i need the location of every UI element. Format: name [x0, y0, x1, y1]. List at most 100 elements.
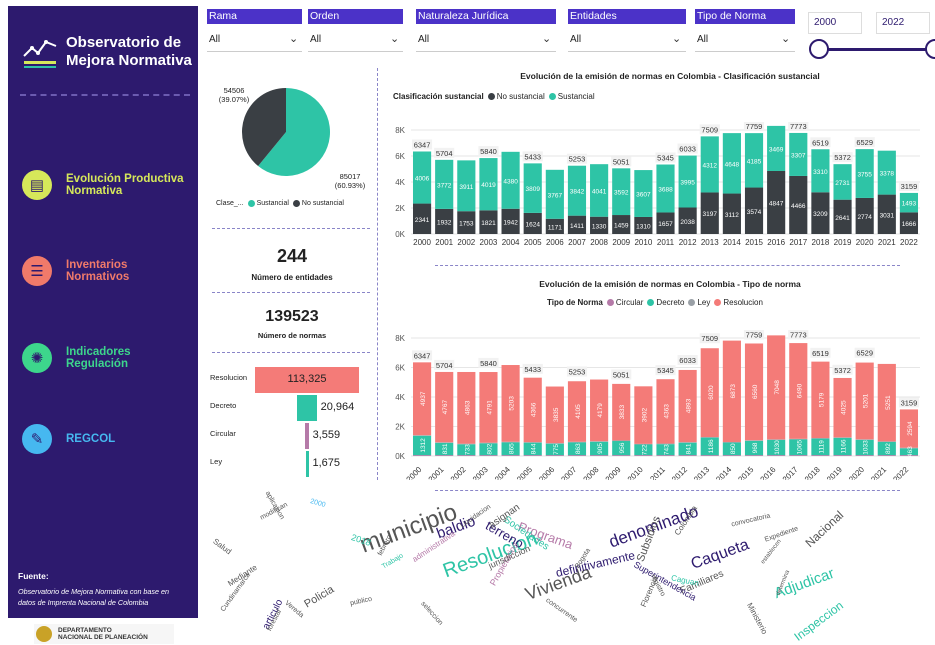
filter-tipo-norma-value[interactable]: All — [697, 34, 708, 45]
x-tick-label: 2005 — [524, 238, 542, 247]
x-tick-label: 2008 — [590, 238, 608, 247]
total-label: 6529 — [856, 349, 873, 358]
filter-orden[interactable]: Orden All ⌄ — [308, 9, 403, 52]
total-label: 3159 — [901, 398, 918, 407]
nav-evolucion-productiva[interactable]: ▤ Evolución Productiva Normativa — [22, 170, 184, 200]
bar-segment-ley[interactable] — [479, 442, 498, 444]
data-label: 2774 — [857, 214, 872, 221]
bar-segment-ley[interactable] — [789, 438, 808, 440]
x-tick-label: 2001 — [435, 238, 453, 247]
bar-segment-circular[interactable] — [744, 455, 764, 456]
filter-naturaleza[interactable]: Naturaleza Jurídica All ⌄ — [416, 9, 556, 52]
word-cloud-word: Policia — [302, 583, 337, 611]
chevron-down-icon[interactable]: ⌄ — [289, 32, 298, 45]
year-slider-end-handle[interactable] — [925, 39, 935, 59]
y-tick-label: 2K — [395, 423, 405, 432]
total-label: 6529 — [856, 138, 873, 147]
total-label: 5253 — [569, 368, 586, 377]
funnel-value: 3,559 — [312, 429, 341, 441]
y-tick-label: 2K — [395, 204, 405, 213]
data-label: 1942 — [503, 219, 518, 226]
bar-segment-ley[interactable] — [567, 441, 587, 443]
nav-regcol[interactable]: ✎ REGCOL — [22, 424, 115, 454]
total-label: 5840 — [480, 359, 497, 368]
year-slider-track[interactable] — [818, 48, 935, 51]
x-tick-label: 2021 — [878, 238, 896, 247]
bar-segment-circular[interactable] — [833, 455, 852, 456]
source-title: Fuente: — [18, 571, 49, 581]
bar-segment-ley[interactable] — [412, 435, 432, 436]
data-label: 5251 — [885, 395, 892, 410]
year-slider-start-handle[interactable] — [809, 39, 829, 59]
data-label: 802 — [486, 443, 493, 454]
x-tick-label: 2014 — [723, 238, 741, 247]
chevron-down-icon[interactable]: ⌄ — [542, 32, 551, 45]
funnel-bar[interactable] — [305, 451, 309, 477]
bar-segment-ley[interactable] — [678, 442, 697, 443]
nav-inventarios-label: Inventarios Normativos — [66, 259, 130, 283]
bar-segment-ley[interactable] — [523, 442, 542, 443]
chevron-down-icon[interactable]: ⌄ — [390, 32, 399, 45]
bar-segment-ley[interactable] — [722, 441, 741, 443]
nav-indicadores[interactable]: ✺ Indicadores Regulación — [22, 343, 131, 373]
chevron-down-icon[interactable]: ⌄ — [781, 32, 790, 45]
bar-segment-circular[interactable] — [501, 455, 520, 456]
x-tick-label: 2012 — [679, 238, 697, 247]
data-label: 743 — [664, 444, 671, 455]
bar-segment-ley[interactable] — [590, 441, 609, 442]
bar-segment-ley[interactable] — [877, 441, 896, 442]
data-label: 3995 — [680, 180, 695, 187]
filter-rama-value[interactable]: All — [209, 34, 220, 45]
regcol-icon: ✎ — [22, 424, 52, 454]
nav-inventarios[interactable]: ☰ Inventarios Normativos — [22, 256, 129, 286]
bar-segment-ley[interactable] — [744, 440, 764, 441]
x-tick-label: 2008 — [582, 465, 601, 480]
filter-orden-label: Orden — [308, 9, 403, 24]
chevron-down-icon[interactable]: ⌄ — [672, 32, 681, 45]
year-to-input[interactable]: 2022 — [876, 12, 930, 34]
bar-segment-ley[interactable] — [435, 442, 454, 443]
entities-count: 244 — [276, 246, 308, 266]
funnel-bar[interactable] — [297, 395, 317, 421]
filter-rama[interactable]: Rama All ⌄ — [207, 9, 302, 52]
bar-segment-circular[interactable] — [412, 455, 432, 456]
bar-segment-ley[interactable] — [855, 439, 874, 440]
filter-orden-value[interactable]: All — [310, 34, 321, 45]
bar-segment-circular[interactable] — [877, 455, 896, 456]
bar-segment-ley[interactable] — [501, 441, 520, 443]
bar-segment-ley[interactable] — [767, 439, 786, 440]
data-label: 4648 — [725, 161, 740, 168]
bar-segment-circular[interactable] — [811, 455, 830, 456]
total-label: 6347 — [414, 351, 431, 360]
bar-segment-circular[interactable] — [567, 455, 587, 456]
filter-tipo-norma[interactable]: Tipo de Norma All ⌄ — [695, 9, 795, 52]
total-label: 7509 — [701, 125, 718, 134]
total-label: 5051 — [613, 370, 630, 379]
filter-naturaleza-value[interactable]: All — [418, 34, 429, 45]
data-label: 968 — [752, 442, 759, 453]
bar-segment-ley[interactable] — [811, 438, 830, 439]
year-from-input[interactable]: 2000 — [808, 12, 862, 34]
bar-segment-ley[interactable] — [833, 437, 852, 438]
bar-segment-ley[interactable] — [457, 443, 476, 445]
x-tick-label: 2017 — [789, 238, 807, 247]
data-label: 4179 — [597, 403, 604, 418]
bar-segment-ley[interactable] — [612, 440, 631, 442]
word-cloud-word: Salud — [211, 537, 234, 557]
funnel-bar[interactable] — [305, 423, 309, 449]
bar-segment-ley[interactable] — [545, 443, 564, 444]
filter-entidades[interactable]: Entidades All ⌄ — [568, 9, 686, 52]
bar-segment-circular[interactable] — [700, 455, 719, 456]
bar-segment-circular[interactable] — [590, 455, 609, 456]
x-tick-label: 2018 — [803, 465, 822, 480]
data-label: 1932 — [437, 219, 452, 226]
data-label: 5179 — [818, 392, 825, 407]
bar-segment-ley[interactable] — [700, 437, 719, 438]
bar-segment-circular[interactable] — [612, 455, 631, 456]
data-label: 3209 — [813, 211, 828, 218]
bar-segment-ley[interactable] — [656, 443, 675, 445]
data-label: 7048 — [774, 380, 781, 395]
legend-dot-sustancial — [247, 200, 255, 207]
entities-label: Número de entidades — [251, 273, 333, 282]
filter-entidades-value[interactable]: All — [570, 34, 581, 45]
